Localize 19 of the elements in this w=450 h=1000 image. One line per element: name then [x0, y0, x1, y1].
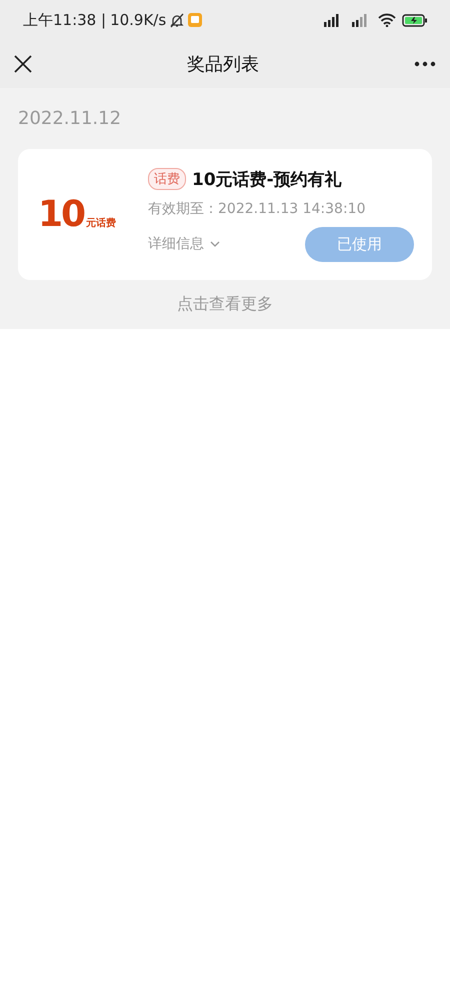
bell-off-icon — [170, 12, 184, 28]
page-title: 奖品列表 — [187, 53, 259, 76]
expiry-text: 有效期至：2022.11.13 14:38:10 — [148, 200, 366, 218]
status-time: 上午11:38 | — [23, 10, 106, 30]
prize-amount: 10 — [38, 194, 84, 235]
category-tag: 话费 — [148, 168, 186, 190]
app-icon — [188, 13, 202, 27]
more-icon — [414, 61, 436, 67]
wifi-icon — [378, 13, 396, 27]
prize-unit: 元话费 — [86, 216, 116, 230]
close-icon — [14, 55, 32, 73]
battery-charging-icon — [402, 14, 428, 26]
network-speed: 10.9K/s — [110, 11, 166, 29]
close-button[interactable] — [14, 55, 32, 73]
more-button[interactable] — [414, 61, 436, 67]
load-more-link[interactable]: 点击查看更多 — [18, 292, 432, 317]
chevron-icon — [210, 241, 220, 247]
date-heading: 2022.11.12 — [18, 108, 122, 129]
prize-name: 10元话费-预约有礼 — [192, 168, 342, 190]
